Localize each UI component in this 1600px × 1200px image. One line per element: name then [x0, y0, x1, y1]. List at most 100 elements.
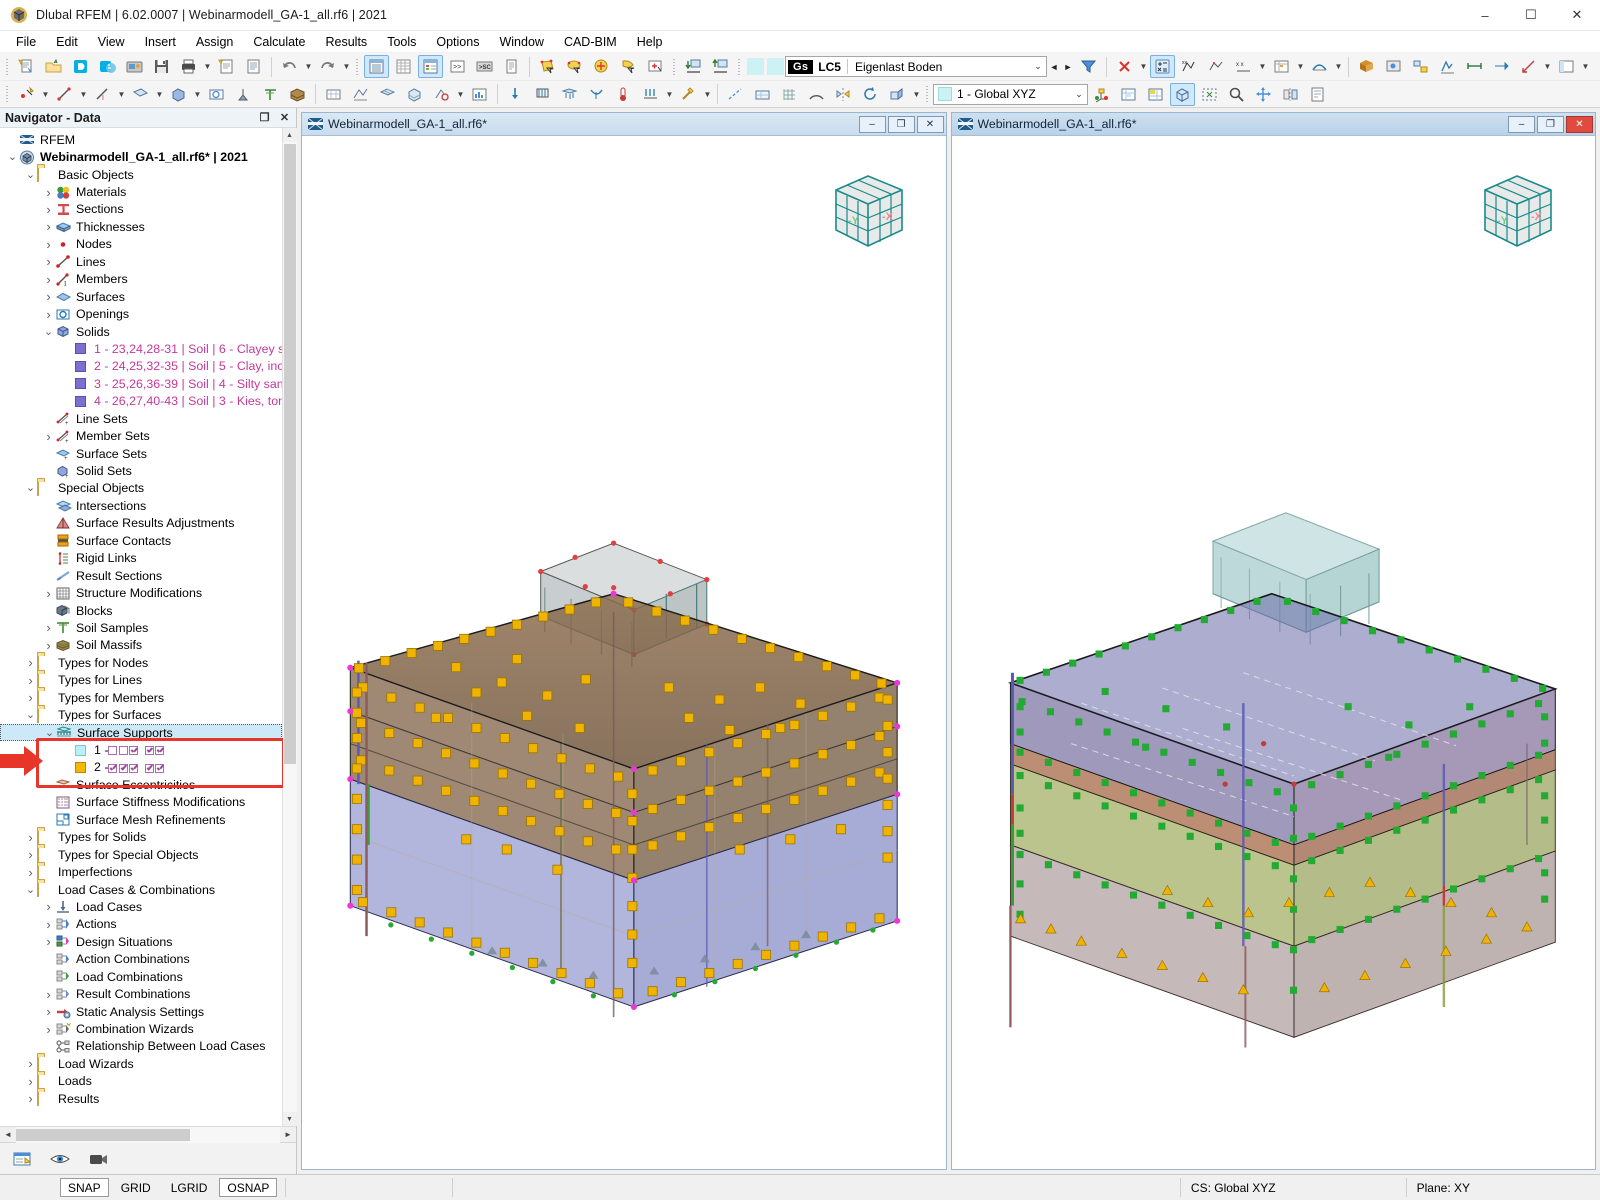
- tree-row-basic-objects[interactable]: ⌄ Basic Objects: [0, 166, 282, 183]
- data-panel-icon[interactable]: [499, 55, 524, 78]
- chevron-right-icon[interactable]: ›: [24, 1090, 37, 1107]
- tree-row-materials[interactable]: › Materials: [0, 183, 282, 200]
- calculate-icon[interactable]: [1150, 55, 1175, 78]
- tree-row-combination-wizards[interactable]: › Combination Wizards: [0, 1020, 282, 1037]
- coordinate-system-combo[interactable]: 1 - Global XYZ ⌄: [933, 83, 1088, 105]
- mesh-dropdown-arrow[interactable]: ▼: [455, 83, 466, 106]
- tree-row-1[interactable]: 1 -: [0, 741, 282, 758]
- new-printout-report-icon[interactable]: [214, 55, 239, 78]
- zoom-window-icon[interactable]: [1224, 83, 1249, 106]
- undo-icon[interactable]: [277, 55, 302, 78]
- print-icon[interactable]: [176, 55, 201, 78]
- tree-row-line-sets[interactable]: + Line Sets: [0, 410, 282, 427]
- tree-row-types-for-nodes[interactable]: › Types for Nodes: [0, 654, 282, 671]
- toolbar-grip-4[interactable]: [736, 56, 743, 77]
- tree-row-surface-sets[interactable]: + Surface Sets: [0, 445, 282, 462]
- rotate-tool-icon[interactable]: [858, 83, 883, 106]
- display-navigator-button[interactable]: [4, 1146, 40, 1172]
- tree-row-actions[interactable]: › Actions: [0, 916, 282, 933]
- menu-window[interactable]: Window: [489, 33, 553, 51]
- script-icon[interactable]: >SC: [472, 55, 497, 78]
- tree-row-nodes[interactable]: › Nodes: [0, 236, 282, 253]
- chevron-right-icon[interactable]: ›: [42, 306, 55, 323]
- view-plane-xy-icon[interactable]: [1116, 83, 1141, 106]
- menu-options[interactable]: Options: [426, 33, 489, 51]
- view-2-minimize-button[interactable]: –: [1508, 115, 1535, 133]
- chevron-down-icon[interactable]: ⌄: [24, 707, 37, 724]
- chevron-right-icon[interactable]: ›: [42, 898, 55, 915]
- navigator-vertical-scrollbar[interactable]: ▲ ▼: [282, 128, 297, 1126]
- chevron-down-icon[interactable]: ⌄: [43, 724, 56, 741]
- delete-results-dropdown-arrow[interactable]: ▼: [1138, 55, 1149, 78]
- tree-row-surface-eccentricities[interactable]: Surface Eccentricities: [0, 776, 282, 793]
- mesh-surface-icon[interactable]: [375, 83, 400, 106]
- view-plane-yz-icon[interactable]: [1143, 83, 1168, 106]
- save-icon[interactable]: [149, 55, 174, 78]
- tree-row-intersections[interactable]: Intersections: [0, 497, 282, 514]
- panel-toggle-icon[interactable]: [1554, 55, 1579, 78]
- print-dropdown-arrow[interactable]: ▼: [202, 55, 213, 78]
- node-tool-icon[interactable]: [14, 83, 39, 106]
- select-surface-icon[interactable]: [535, 55, 560, 78]
- tree-row-sections[interactable]: › Sections: [0, 201, 282, 218]
- section-view-icon[interactable]: [1435, 55, 1460, 78]
- fe-mesh-icon[interactable]: [1204, 55, 1229, 78]
- tree-row-result-combinations[interactable]: › Result Combinations: [0, 985, 282, 1002]
- toolbar-grip-6[interactable]: [924, 84, 931, 104]
- hscroll-thumb[interactable]: [16, 1128, 190, 1141]
- model-view-window-2[interactable]: Webinarmodell_GA-1_all.rf6* – ❐ ✕ -Y -X: [950, 112, 1596, 1170]
- window-minimize-button[interactable]: –: [1462, 0, 1508, 31]
- menu-insert[interactable]: Insert: [135, 33, 186, 51]
- undo-dropdown-arrow[interactable]: ▼: [303, 55, 314, 78]
- deformation-dropdown-arrow[interactable]: ▼: [1333, 55, 1344, 78]
- results-table-icon[interactable]: [1269, 55, 1294, 78]
- select-by-window-icon[interactable]: [562, 55, 587, 78]
- view-1-restore-button[interactable]: ❐: [887, 115, 915, 133]
- tree-row-3-25-26-36-39-soil-4-silty-sand-s[interactable]: 3 - 25,26,36-39 | Soil | 4 - Silty sand,…: [0, 375, 282, 392]
- dlubal-cloud-icon[interactable]: [95, 55, 120, 78]
- work-plane-icon[interactable]: [750, 83, 775, 106]
- chevron-right-icon[interactable]: ›: [42, 288, 55, 305]
- chevron-right-icon[interactable]: ›: [24, 1055, 37, 1072]
- chevron-down-icon[interactable]: ⌄: [24, 881, 37, 898]
- chevron-right-icon[interactable]: ›: [24, 654, 37, 671]
- grid-settings-icon[interactable]: [777, 83, 802, 106]
- opening-tool-icon[interactable]: [204, 83, 229, 106]
- views-navigator-button[interactable]: [80, 1146, 116, 1172]
- tree-row-load-combinations[interactable]: Load Combinations: [0, 968, 282, 985]
- mesh-node-icon[interactable]: [321, 83, 346, 106]
- chevron-right-icon[interactable]: ›: [42, 428, 55, 445]
- extrude-tool-icon[interactable]: [885, 83, 910, 106]
- chevron-right-icon[interactable]: ›: [24, 864, 37, 881]
- chevron-right-icon[interactable]: ›: [42, 986, 55, 1003]
- cs-chevron-down-icon[interactable]: ⌄: [1071, 89, 1087, 100]
- delete-results-icon[interactable]: [1112, 55, 1137, 78]
- tree-row-surface-supports[interactable]: ⌄ Surface Supports: [0, 723, 282, 742]
- load-case-next-button[interactable]: ►: [1061, 56, 1075, 77]
- navigator-tree[interactable]: RFEM ⌄ Webinarmodell_GA-1_all.rf6* | 2021 ⌄…: [0, 128, 282, 1126]
- vscroll-track[interactable]: [282, 142, 297, 1112]
- tree-row-soil-samples[interactable]: › Soil Samples: [0, 619, 282, 636]
- tree-row-results[interactable]: › Results: [0, 1090, 282, 1107]
- tree-row-rfem[interactable]: RFEM: [0, 131, 282, 148]
- chevron-right-icon[interactable]: ›: [24, 1073, 37, 1090]
- tree-row-blocks[interactable]: Blocks: [0, 602, 282, 619]
- chevron-right-icon[interactable]: ›: [42, 916, 55, 933]
- menu-file[interactable]: File: [6, 33, 46, 51]
- load-temperature-icon[interactable]: [611, 83, 636, 106]
- tree-row-thicknesses[interactable]: › Thicknesses: [0, 218, 282, 235]
- surface-dropdown-arrow[interactable]: ▼: [154, 83, 165, 106]
- view-isometric-icon[interactable]: [1170, 82, 1195, 106]
- close-icon[interactable]: ✕: [276, 109, 293, 126]
- print-view-icon[interactable]: [1305, 83, 1330, 106]
- guideline-icon[interactable]: [723, 83, 748, 106]
- cs-edit-icon[interactable]: [1089, 83, 1114, 106]
- view-1-navigation-cube[interactable]: -Y -X: [818, 164, 918, 256]
- view-1-canvas[interactable]: -Y -X: [302, 136, 946, 1169]
- menu-calculate[interactable]: Calculate: [243, 33, 315, 51]
- dlubal-center-icon[interactable]: [68, 55, 93, 78]
- chevron-right-icon[interactable]: ›: [42, 1021, 55, 1038]
- scroll-left-arrow-icon[interactable]: ◄: [0, 1127, 16, 1143]
- visibility-icon[interactable]: [1408, 55, 1433, 78]
- chevron-right-icon[interactable]: ›: [42, 1003, 55, 1020]
